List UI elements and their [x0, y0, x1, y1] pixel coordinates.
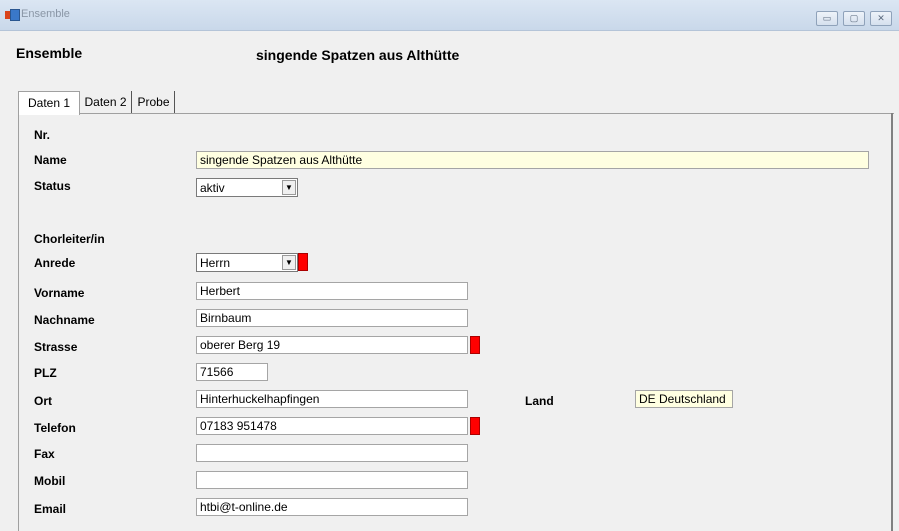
tab-daten-1[interactable]: Daten 1 — [18, 91, 80, 115]
name-label: Name — [34, 153, 67, 167]
close-button[interactable]: ✕ — [870, 11, 892, 26]
required-marker — [470, 336, 480, 354]
anrede-select[interactable]: Herrn ▼ — [196, 253, 298, 272]
required-marker — [298, 253, 308, 271]
name-field[interactable]: singende Spatzen aus Althütte — [196, 151, 869, 169]
tab-daten-2[interactable]: Daten 2 — [80, 91, 132, 113]
nr-label: Nr. — [34, 128, 51, 142]
vorname-label: Vorname — [34, 286, 85, 300]
anrede-label: Anrede — [34, 256, 76, 270]
status-select-value: aktiv — [200, 181, 225, 195]
panel-right-edge — [891, 113, 893, 531]
ensemble-name-heading: singende Spatzen aus Althütte — [256, 47, 460, 63]
mobil-field[interactable] — [196, 471, 468, 489]
strasse-field[interactable]: oberer Berg 19 — [196, 336, 468, 354]
strasse-label: Strasse — [34, 340, 78, 354]
minimize-icon: ▭ — [822, 13, 832, 23]
nachname-label: Nachname — [34, 313, 95, 327]
land-label: Land — [525, 394, 554, 408]
telefon-label: Telefon — [34, 421, 76, 435]
plz-label: PLZ — [34, 366, 57, 380]
mobil-label: Mobil — [34, 474, 66, 488]
maximize-button[interactable]: ▢ — [843, 11, 865, 26]
chevron-down-icon[interactable]: ▼ — [282, 255, 296, 270]
page-title: Ensemble — [16, 45, 83, 61]
telefon-field[interactable]: 07183 951478 — [196, 417, 468, 435]
email-field[interactable]: htbi@t-online.de — [196, 498, 468, 516]
tab-probe[interactable]: Probe — [133, 91, 175, 113]
land-field[interactable]: DE Deutschland — [635, 390, 733, 408]
ort-label: Ort — [34, 394, 52, 408]
maximize-icon: ▢ — [849, 13, 859, 23]
app-icon — [5, 9, 20, 21]
section-chorleiter-label: Chorleiter/in — [34, 232, 105, 246]
plz-field[interactable]: 71566 — [196, 363, 268, 381]
chevron-down-icon[interactable]: ▼ — [282, 180, 296, 195]
close-icon: ✕ — [877, 13, 885, 23]
vorname-field[interactable]: Herbert — [196, 282, 468, 300]
email-label: Email — [34, 502, 67, 516]
status-label: Status — [34, 179, 71, 193]
window-title: Ensemble — [21, 8, 70, 20]
nachname-field[interactable]: Birnbaum — [196, 309, 468, 327]
fax-field[interactable] — [196, 444, 468, 462]
minimize-button[interactable]: ▭ — [816, 11, 838, 26]
fax-label: Fax — [34, 447, 55, 461]
required-marker — [470, 417, 480, 435]
window-titlebar: Ensemble ▭ ▢ ✕ — [0, 0, 899, 31]
ort-field[interactable]: Hinterhuckelhapfingen — [196, 390, 468, 408]
anrede-select-value: Herrn — [200, 256, 231, 270]
status-select[interactable]: aktiv ▼ — [196, 178, 298, 197]
